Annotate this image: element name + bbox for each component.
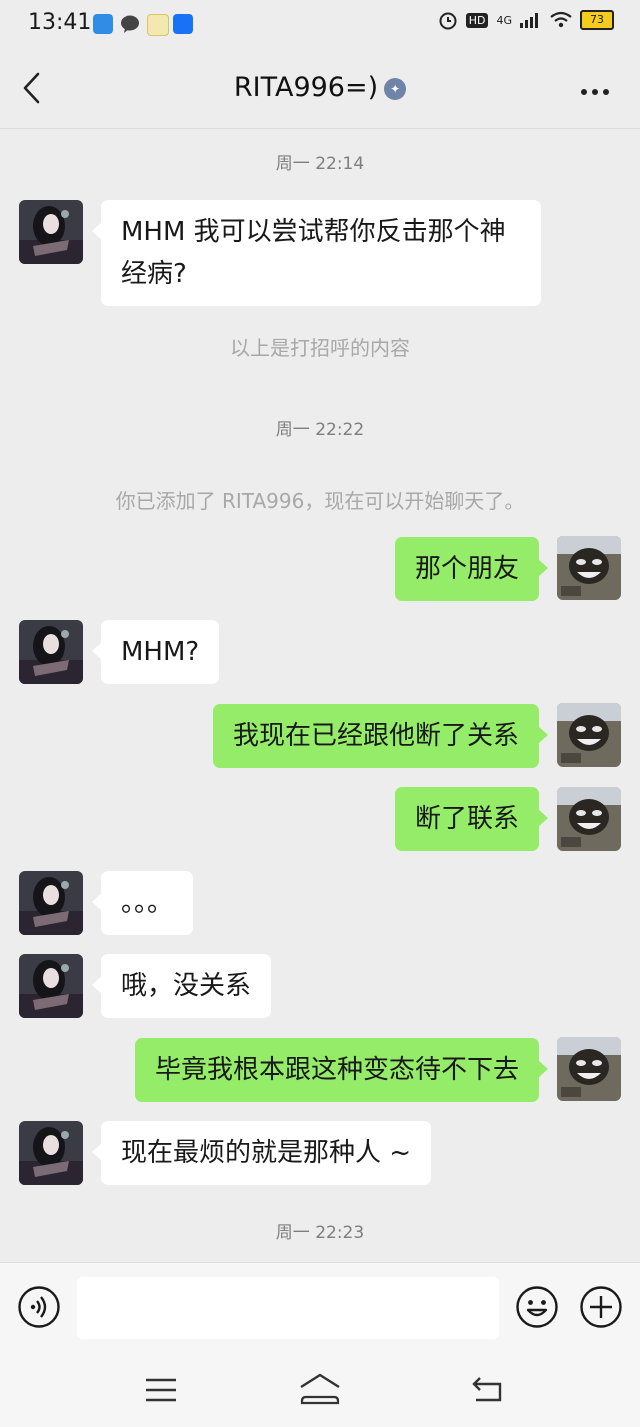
hd-icon: HD bbox=[465, 12, 489, 28]
status-time: 13:41 bbox=[28, 10, 92, 35]
message-input[interactable] bbox=[77, 1277, 499, 1339]
my-avatar[interactable] bbox=[557, 1037, 621, 1101]
my-avatar[interactable] bbox=[557, 787, 621, 851]
incoming-message: 。。。 bbox=[91, 871, 194, 935]
emoji-icon[interactable] bbox=[515, 1285, 559, 1329]
status-right: HD 4G 73 bbox=[438, 10, 614, 30]
contact-avatar[interactable] bbox=[19, 871, 83, 935]
chat-area[interactable]: 周一 22:14 MHM 我可以尝试帮你反击那个神经病? 以上是打招呼的内容 周… bbox=[0, 129, 640, 1262]
voice-input-icon[interactable] bbox=[17, 1285, 61, 1329]
contact-avatar[interactable] bbox=[19, 620, 83, 684]
chat-title: RITA996=) ✦ bbox=[0, 72, 640, 103]
recents-menu-icon[interactable] bbox=[144, 1377, 178, 1403]
app-notification-icon bbox=[93, 14, 113, 34]
outgoing-message: 我现在已经跟他断了关系 bbox=[212, 704, 549, 768]
home-icon[interactable] bbox=[298, 1372, 342, 1406]
chat-header: RITA996=) ✦ bbox=[0, 50, 640, 129]
contact-avatar[interactable] bbox=[19, 200, 83, 264]
outgoing-message: 那个朋友 bbox=[394, 537, 549, 601]
message-notification-icon bbox=[120, 14, 140, 34]
timestamp: 周一 22:22 bbox=[275, 420, 365, 440]
system-nav-bar bbox=[0, 1352, 640, 1427]
network-label: 4G bbox=[496, 13, 512, 27]
more-functions-icon[interactable] bbox=[579, 1285, 623, 1329]
contact-name: RITA996=) bbox=[233, 72, 379, 103]
contact-avatar[interactable] bbox=[19, 954, 83, 1018]
input-bar bbox=[0, 1262, 640, 1353]
outgoing-message: 毕竟我根本跟这种变态待不下去 bbox=[134, 1038, 549, 1102]
system-notice: 以上是打招呼的内容 bbox=[230, 336, 410, 360]
timestamp: 周一 22:23 bbox=[275, 1223, 365, 1243]
timestamp: 周一 22:14 bbox=[275, 154, 365, 174]
alarm-icon bbox=[439, 12, 457, 30]
incoming-message: 哦，没关系 bbox=[91, 954, 272, 1018]
incoming-message: 现在最烦的就是那种人 ~ bbox=[91, 1121, 432, 1185]
system-notice: 你已添加了 RITA996，现在可以开始聊天了。 bbox=[115, 489, 525, 513]
back-nav-icon[interactable] bbox=[470, 1374, 506, 1404]
more-options-icon[interactable] bbox=[580, 88, 610, 96]
outgoing-message: 断了联系 bbox=[394, 787, 549, 851]
status-bar: 13:41 HD 4G 73 bbox=[0, 0, 640, 50]
app-notification-icon-2 bbox=[147, 14, 169, 36]
signal-icon bbox=[520, 13, 538, 28]
my-avatar[interactable] bbox=[557, 703, 621, 767]
zhihu-notification-icon bbox=[173, 14, 193, 34]
incoming-message: MHM 我可以尝试帮你反击那个神经病? bbox=[92, 200, 541, 306]
contact-avatar[interactable] bbox=[19, 1121, 83, 1185]
incoming-message: MHM? bbox=[91, 620, 220, 684]
battery-icon: 73 bbox=[580, 10, 614, 30]
wifi-icon bbox=[550, 11, 572, 28]
my-avatar[interactable] bbox=[557, 536, 621, 600]
friend-tag-icon: ✦ bbox=[384, 78, 407, 100]
